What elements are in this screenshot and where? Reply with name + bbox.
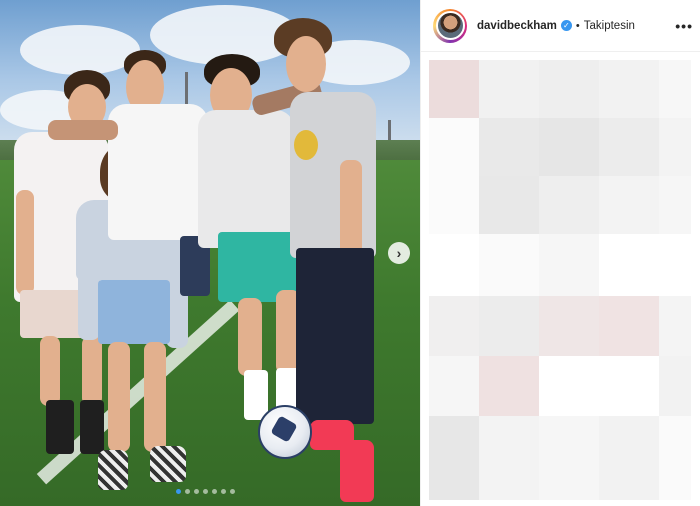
carousel-dot <box>203 489 208 494</box>
post-photo[interactable]: › <box>0 0 420 506</box>
separator: • <box>575 19 580 32</box>
username-link[interactable]: davidbeckham <box>477 20 557 32</box>
chevron-right-icon: › <box>396 245 402 261</box>
carousel-dot <box>221 489 226 494</box>
carousel-dots <box>176 489 235 494</box>
post-side-panel: davidbeckham ✓ • Takiptesin ••• <box>420 0 700 506</box>
post-header: davidbeckham ✓ • Takiptesin ••• <box>421 0 700 52</box>
carousel-dot <box>212 489 217 494</box>
cloud <box>20 25 140 75</box>
carousel-dot <box>194 489 199 494</box>
avatar-image <box>435 11 465 40</box>
more-options-icon[interactable]: ••• <box>675 18 693 34</box>
next-photo-button[interactable]: › <box>388 242 410 264</box>
soccer-ball <box>258 405 312 459</box>
follow-status[interactable]: Takiptesin <box>584 20 635 32</box>
carousel-dot <box>230 489 235 494</box>
instagram-post: › davidbeckham ✓ • Takiptesin ••• <box>0 0 700 506</box>
blurred-comments-area <box>429 60 691 500</box>
avatar[interactable] <box>433 8 467 43</box>
carousel-dot <box>176 489 181 494</box>
carousel-dot <box>185 489 190 494</box>
verified-badge-icon: ✓ <box>560 20 572 31</box>
